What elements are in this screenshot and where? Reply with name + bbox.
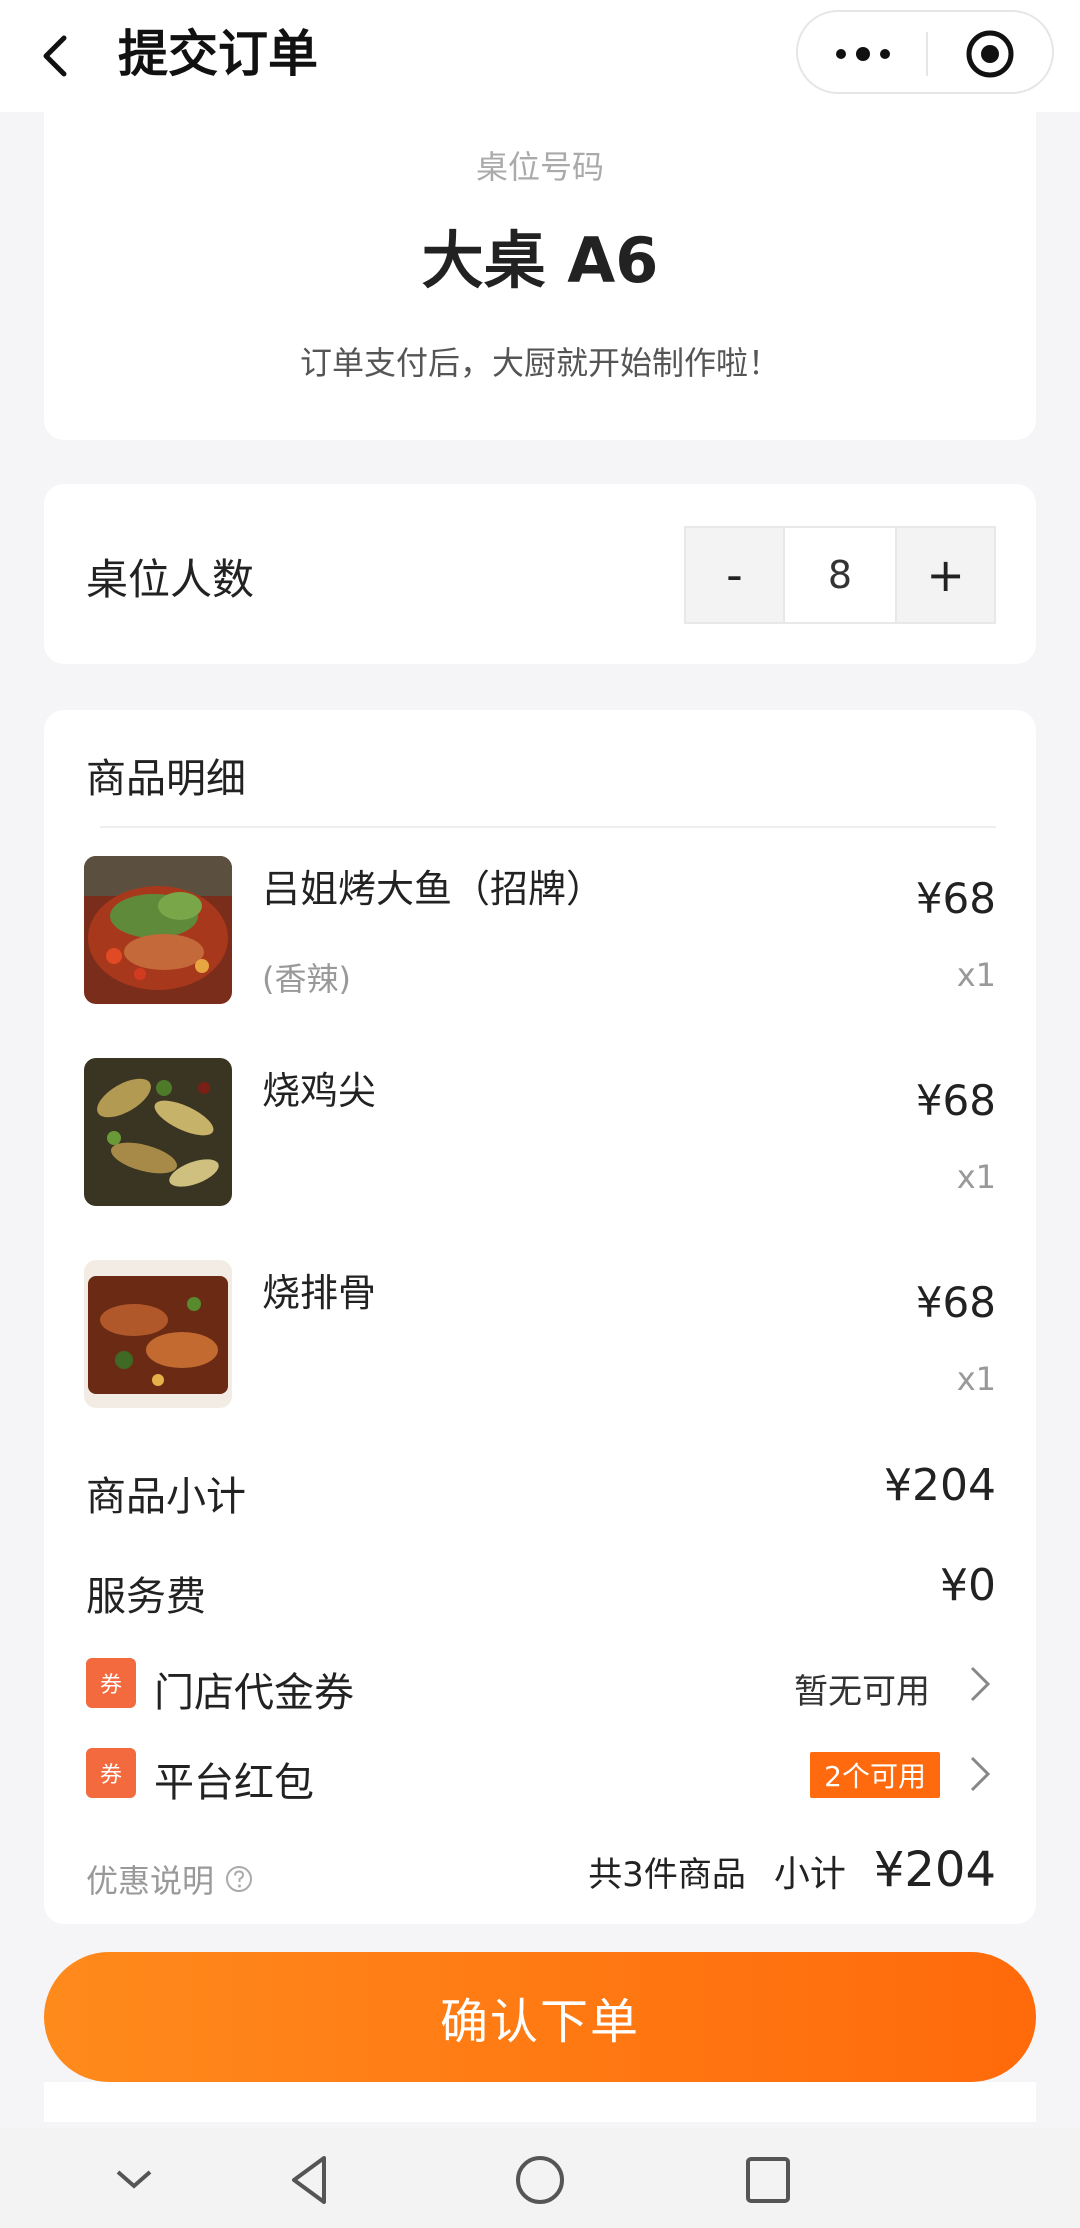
dish-name: 吕姐烤大鱼（招牌） — [262, 867, 605, 911]
service-fee-label: 服务费 — [86, 1574, 206, 1620]
platform-redpacket-label[interactable]: 平台红包 — [154, 1750, 314, 1808]
dish-photo — [84, 1058, 232, 1206]
list-item[interactable]: 吕姐烤大鱼（招牌） (香辣) ¥68 x1 — [84, 856, 996, 1006]
coupon-icon: 券 — [86, 1658, 136, 1708]
dish-price: ¥68 — [915, 1278, 996, 1327]
dish-price: ¥68 — [915, 874, 996, 923]
confirm-order-button[interactable]: 确认下单 — [44, 1952, 1036, 2082]
dish-name: 烧鸡尖 — [262, 1069, 377, 1113]
capsule-divider — [926, 32, 928, 76]
store-coupon-status[interactable]: 暂无可用 — [794, 1664, 930, 1713]
back-triangle-icon[interactable] — [280, 2152, 340, 2208]
miniprogram-capsule — [796, 10, 1054, 94]
dish-photo — [84, 1260, 232, 1408]
chevron-right-icon[interactable] — [964, 1662, 994, 1706]
guest-count-label: 桌位人数 — [86, 555, 255, 604]
order-tip: 订单支付后，大厨就开始制作啦！ — [299, 344, 780, 382]
page-title: 提交订单 — [118, 25, 318, 83]
guest-count-card: 桌位人数 - 8 + — [44, 484, 1036, 664]
dish-quantity: x1 — [956, 1360, 996, 1398]
dish-quantity: x1 — [956, 1158, 996, 1196]
promo-note[interactable]: 优惠说明 — [86, 1856, 254, 1902]
guest-count-stepper: - 8 + — [684, 526, 996, 624]
home-circle-icon[interactable] — [510, 2152, 570, 2208]
card-bottom-strip — [44, 2082, 1036, 2122]
items-heading: 商品明细 — [86, 756, 246, 802]
list-item[interactable]: 烧鸡尖 ¥68 x1 — [84, 1058, 996, 1208]
dish-name: 烧排骨 — [262, 1271, 377, 1315]
order-items-card: 商品明细 吕姐烤大鱼（招牌） (香辣) ¥68 x1 烧鸡尖 ¥68 x1 烧排… — [44, 710, 1036, 1924]
decrement-button[interactable]: - — [686, 528, 783, 622]
chevron-down-icon[interactable] — [104, 2152, 164, 2208]
dish-spec: (香辣) — [262, 960, 351, 998]
dish-photo — [84, 856, 232, 1004]
close-miniprogram-icon[interactable] — [964, 28, 1016, 80]
order-summary: 共3件商品 小计 ¥204 — [588, 1842, 996, 1898]
promo-note-label: 优惠说明 — [86, 1862, 215, 1900]
chevron-right-icon[interactable] — [964, 1752, 994, 1796]
divider — [100, 826, 996, 828]
subtotal-label: 商品小计 — [86, 1474, 246, 1520]
store-coupon-label[interactable]: 门店代金券 — [154, 1660, 354, 1718]
guest-count-value[interactable]: 8 — [782, 528, 898, 622]
total-amount: ¥204 — [873, 1842, 996, 1898]
dish-price: ¥68 — [915, 1076, 996, 1125]
list-item[interactable]: 烧排骨 ¥68 x1 — [84, 1260, 996, 1410]
dish-quantity: x1 — [956, 956, 996, 994]
recents-square-icon[interactable] — [738, 2152, 798, 2208]
table-name: 大桌 A6 — [421, 224, 659, 297]
help-icon[interactable] — [224, 1864, 254, 1894]
more-options-icon[interactable] — [828, 34, 898, 74]
total-label: 小计 — [773, 1854, 846, 1895]
item-count: 共3件商品 — [588, 1855, 746, 1895]
subtotal-value: ¥204 — [884, 1460, 996, 1511]
table-info-card: 桌位号码 大桌 A6 订单支付后，大厨就开始制作啦！ — [44, 112, 1036, 440]
increment-button[interactable]: + — [897, 528, 995, 622]
back-arrow-icon[interactable] — [28, 26, 88, 86]
table-number-label: 桌位号码 — [475, 148, 604, 186]
coupon-icon: 券 — [86, 1748, 136, 1798]
system-nav-bar — [0, 2128, 1080, 2228]
service-fee-value: ¥0 — [940, 1560, 996, 1611]
available-count-badge[interactable]: 2个可用 — [810, 1752, 940, 1798]
top-nav-bar: 提交订单 — [0, 0, 1080, 112]
